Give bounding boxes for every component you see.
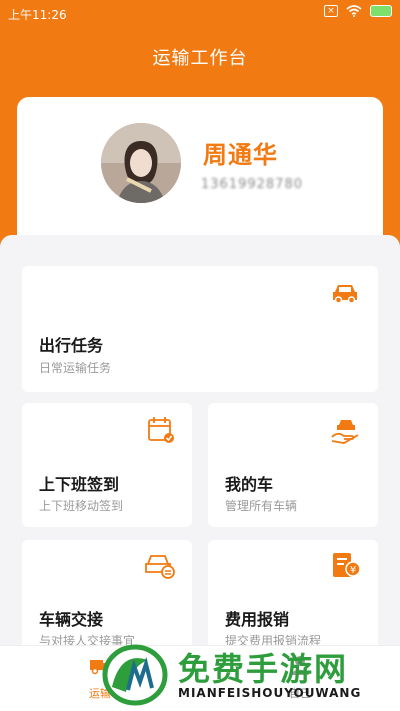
x-box-icon: × <box>324 5 338 17</box>
avatar[interactable] <box>101 123 181 203</box>
user-phone: 13619928780 <box>201 177 303 192</box>
checkin-title: 上下班签到 <box>39 475 120 494</box>
trip-task-title: 出行任务 <box>39 336 104 355</box>
receipt-yen-icon: ¥ <box>333 553 361 577</box>
wifi-icon <box>346 5 362 17</box>
battery-charging-icon <box>370 5 392 17</box>
status-time: 上午11:26 <box>8 8 67 22</box>
status-bar: 上午11:26 × <box>0 0 400 28</box>
watermark-text: 免费手游网 <box>178 650 349 688</box>
expense-title: 费用报销 <box>225 610 290 629</box>
handover-card[interactable]: 车辆交接 与对接人交接事宜 <box>22 540 192 656</box>
user-name: 周通华 <box>203 141 278 169</box>
page-title: 运输工作台 <box>152 48 248 69</box>
calendar-check-icon <box>148 417 174 443</box>
trip-task-subtitle: 日常运输任务 <box>39 361 112 375</box>
status-icons: × <box>324 5 392 17</box>
svg-text:¥: ¥ <box>350 565 356 576</box>
expense-card[interactable]: ¥ 费用报销 提交费用报销流程 <box>208 540 378 656</box>
my-car-title: 我的车 <box>225 475 274 494</box>
checkin-card[interactable]: 上下班签到 上下班移动签到 <box>22 403 192 527</box>
car-in-hand-icon <box>331 420 359 444</box>
my-car-subtitle: 管理所有车辆 <box>225 499 298 513</box>
handover-title: 车辆交接 <box>39 610 104 629</box>
watermark-subtext: MIANFEISHOUYOUWANG <box>178 686 362 700</box>
my-car-card[interactable]: 我的车 管理所有车辆 <box>208 403 378 527</box>
car-exchange-icon <box>145 555 175 579</box>
trip-task-card[interactable]: 出行任务 日常运输任务 <box>22 266 378 392</box>
car-icon <box>333 285 357 304</box>
profile-card[interactable]: 周通华 13619928780 <box>17 97 383 257</box>
watermark-logo <box>102 644 168 706</box>
watermark: 免费手游网 MIANFEISHOUYOUWANG <box>100 640 400 711</box>
checkin-subtitle: 上下班移动签到 <box>39 499 124 513</box>
